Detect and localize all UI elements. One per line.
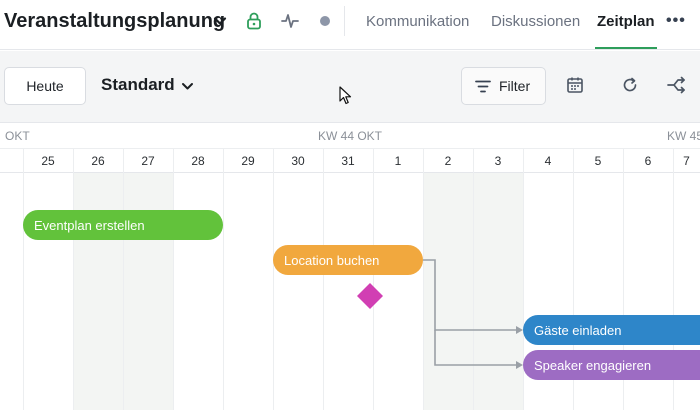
day-label: 7 (683, 154, 690, 168)
day-label: 25 (41, 154, 55, 168)
calendar-icon[interactable] (566, 76, 584, 94)
day-label: 3 (494, 154, 502, 168)
tab-zeitplan[interactable]: Zeitplan (597, 13, 655, 30)
filter-label: Filter (499, 78, 531, 94)
day-label: 5 (594, 154, 602, 168)
day-header-row: 25 26 27 28 29 30 31 1 2 3 4 5 6 7 (0, 148, 700, 173)
day-label: 1 (394, 154, 402, 168)
gantt-timeline: OKT KW 44 OKT KW 45 25 26 27 28 29 30 31… (0, 123, 700, 410)
day-label: 27 (141, 154, 155, 168)
day-label: 4 (544, 154, 552, 168)
task-bar-gaeste[interactable]: Gäste einladen (523, 315, 700, 345)
chevron-down-icon[interactable] (181, 80, 194, 93)
task-bar-speaker[interactable]: Speaker engagieren (523, 350, 700, 380)
column-gridline (223, 148, 224, 410)
milestone-diamond-icon[interactable] (357, 283, 383, 309)
tab-diskussionen[interactable]: Diskussionen (491, 13, 580, 30)
chevron-down-icon[interactable] (213, 14, 227, 28)
column-gridline (373, 148, 374, 410)
column-gridline (73, 148, 74, 410)
task-bar-location[interactable]: Location buchen (273, 245, 423, 275)
day-label: 29 (241, 154, 255, 168)
week-label: KW 45 (667, 129, 700, 143)
column-gridline (123, 148, 124, 410)
activity-icon[interactable] (281, 13, 299, 29)
share-icon[interactable] (666, 76, 686, 94)
day-label: 28 (191, 154, 205, 168)
column-gridline (173, 148, 174, 410)
week-label: KW 44 OKT (318, 129, 383, 143)
day-label: 30 (291, 154, 305, 168)
lock-icon[interactable] (246, 12, 262, 30)
week-label: OKT (5, 129, 30, 143)
day-label: 6 (644, 154, 652, 168)
filter-button[interactable]: Filter (461, 67, 546, 105)
top-bar: Veranstaltungsplanung Kommunikation Disk… (0, 0, 700, 50)
tab-kommunikation[interactable]: Kommunikation (366, 13, 469, 30)
more-menu-button[interactable]: ••• (666, 12, 686, 30)
column-gridline (273, 148, 274, 410)
column-gridline (23, 148, 24, 410)
mouse-cursor-icon (339, 86, 352, 105)
status-dot-icon[interactable] (319, 15, 331, 27)
today-button[interactable]: Heute (4, 67, 86, 105)
filter-icon (475, 80, 491, 93)
day-label: 31 (341, 154, 355, 168)
day-label: 26 (91, 154, 105, 168)
column-gridline (323, 148, 324, 410)
project-title[interactable]: Veranstaltungsplanung (4, 10, 225, 33)
divider (344, 6, 345, 36)
refresh-icon[interactable] (621, 76, 639, 94)
column-gridline (473, 148, 474, 410)
view-select[interactable]: Standard (101, 75, 175, 95)
column-gridline (423, 148, 424, 410)
task-bar-eventplan[interactable]: Eventplan erstellen (23, 210, 223, 240)
active-tab-indicator (595, 47, 657, 49)
day-label: 2 (444, 154, 452, 168)
